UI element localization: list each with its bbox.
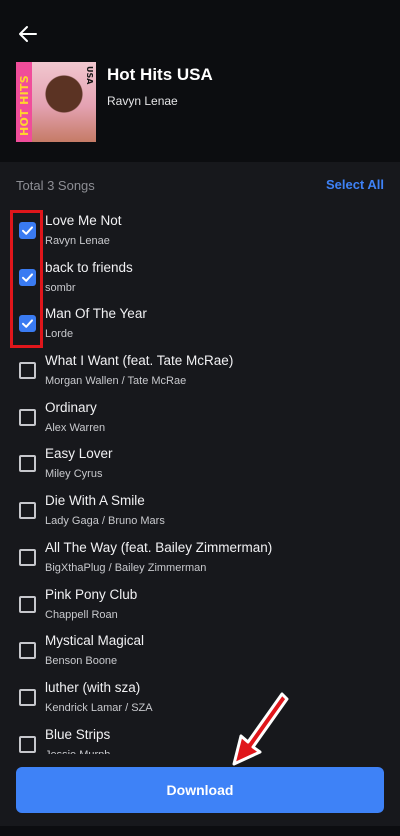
download-button[interactable]: Download [16,767,384,813]
checkbox-checked[interactable] [19,222,36,239]
song-row[interactable]: All The Way (feat. Bailey Zimmerman) BigX… [0,533,400,580]
song-artist: Lorde [45,328,74,341]
song-title: What I Want (feat. Tate McRae) [45,353,234,369]
song-title: Blue Strips [45,726,111,742]
checkmark-icon [22,226,33,235]
song-row[interactable]: Ordinary Alex Warren [0,393,400,440]
checkbox-unchecked[interactable] [19,455,36,473]
checkbox-unchecked[interactable] [19,502,36,520]
song-row[interactable]: Man Of The Year Lorde [0,299,400,346]
back-button[interactable] [16,22,42,46]
song-artist: Chappell Roan [45,608,118,621]
song-artist: Alex Warren [45,421,106,434]
song-row[interactable]: Easy Lover Miley Cyrus [0,439,400,486]
song-row[interactable]: Blue Strips Jessie Murph [0,720,400,754]
song-row[interactable]: Mystical Magical Benson Boone [0,626,400,673]
checkbox-checked[interactable] [19,315,36,333]
song-title: All The Way (feat. Bailey Zimmerman) [45,539,273,555]
song-list[interactable]: Love Me Not Ravyn Lenae back to friends som… [0,206,400,754]
song-row[interactable]: Die With A Smile Lady Gaga / Bruno Mars [0,486,400,533]
song-title: Love Me Not [45,213,122,228]
checkbox-unchecked[interactable] [19,595,36,613]
cover-region: USA [85,66,94,85]
checkbox-unchecked[interactable] [19,408,36,426]
song-artist: Morgan Wallen / Tate McRae [45,375,187,388]
checkbox-unchecked[interactable] [19,362,36,380]
checkmark-icon [22,319,33,329]
song-artist: Benson Boone [45,655,118,668]
checkbox-unchecked[interactable] [19,548,36,566]
song-selection-sheet: Total 3 Songs Select All Love Me Not Ravy… [0,162,400,836]
song-row[interactable]: Pink Pony Club Chappell Roan [0,580,400,627]
checkbox-unchecked[interactable] [19,688,36,706]
song-row[interactable]: What I Want (feat. Tate McRae) Morgan Wal… [0,346,400,393]
song-artist: BigXthaPlug / Bailey Zimmerman [45,561,207,574]
checkbox-unchecked[interactable] [19,735,36,753]
playlist-header: HOT HITS USA Hot Hits USA Ravyn Lenae [0,0,400,162]
select-all-button[interactable]: Select All [326,177,384,192]
playlist-title: Hot Hits USA [107,65,213,84]
song-title: Easy Lover [45,446,113,462]
song-row[interactable]: luther (with sza) Kendrick Lamar / SZA [0,673,400,720]
song-row[interactable]: Love Me Not Ravyn Lenae [0,206,400,253]
song-title: back to friends [45,259,133,275]
cover-badge: HOT HITS [18,74,31,136]
song-title: Pink Pony Club [45,586,138,602]
song-artist: Kendrick Lamar / SZA [45,701,153,714]
checkbox-unchecked[interactable] [19,642,36,660]
bottom-bar [0,826,400,836]
total-songs-label: Total 3 Songs [16,178,95,193]
song-title: Ordinary [45,399,97,415]
song-row[interactable]: back to friends sombr [0,253,400,300]
song-title: Die With A Smile [45,493,145,509]
playlist-cover: HOT HITS USA [16,62,96,142]
song-artist: sombr [45,281,76,294]
song-artist: Lady Gaga / Bruno Mars [45,515,165,528]
song-artist: Miley Cyrus [45,468,103,481]
song-title: Mystical Magical [45,633,145,649]
arrow-left-icon [19,26,37,42]
song-artist: Jessie Murph [45,749,110,754]
checkmark-icon [22,273,33,282]
song-title: luther (with sza) [45,679,141,695]
playlist-artist: Ravyn Lenae [107,94,178,108]
song-artist: Ravyn Lenae [45,235,110,247]
checkbox-checked[interactable] [19,268,36,286]
song-title: Man Of The Year [45,306,147,322]
